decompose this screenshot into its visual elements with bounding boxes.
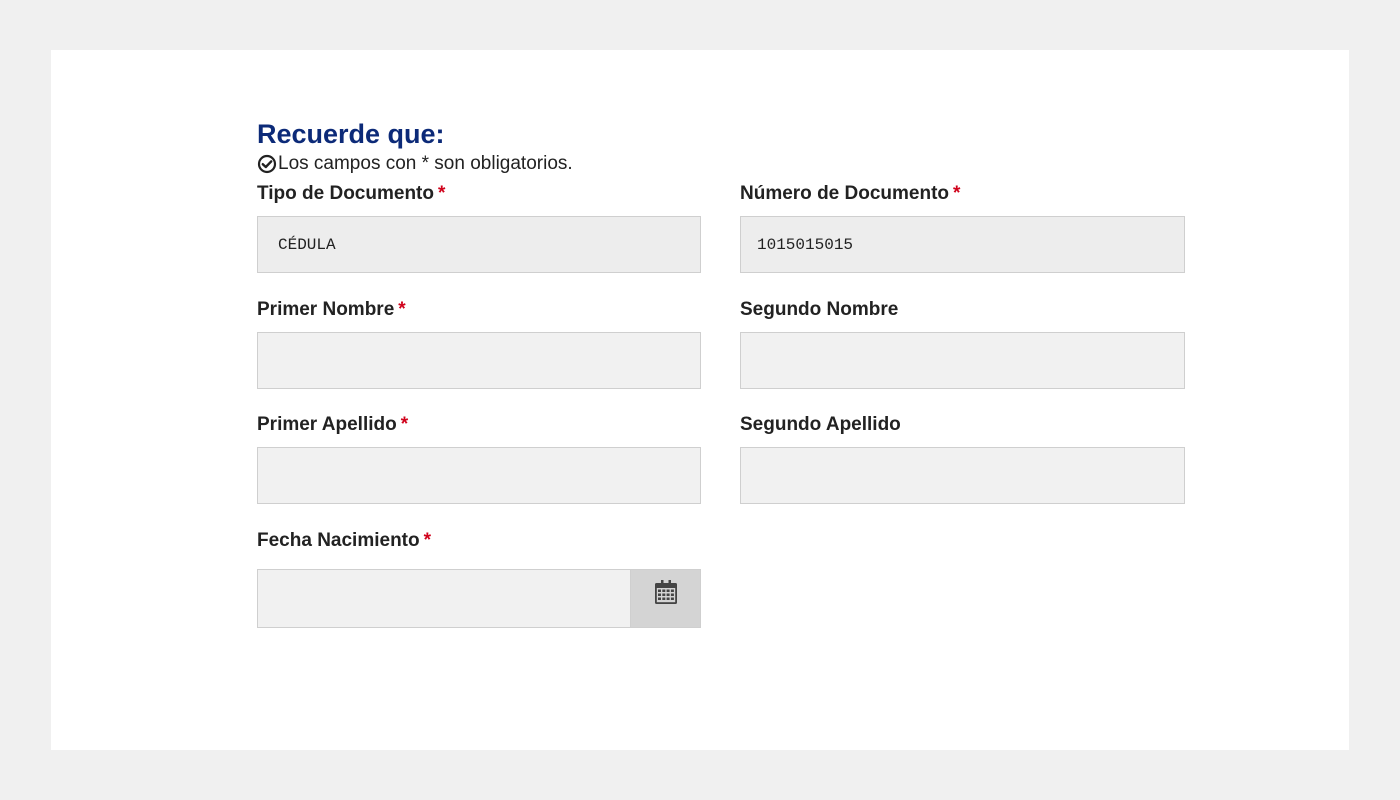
registration-form: Recuerde que: Los campos con * son oblig… (257, 118, 1187, 628)
required-notice: Los campos con * son obligatorios. (257, 152, 1187, 176)
label-tipo-documento: Tipo de Documento * (257, 183, 446, 204)
required-marker: * (400, 414, 409, 435)
required-marker: * (437, 183, 446, 204)
field-fecha-nacimiento: Fecha Nacimiento * (257, 529, 701, 628)
field-primer-nombre: Primer Nombre * (257, 298, 701, 389)
numero-documento-input[interactable]: 1015015015 (740, 216, 1185, 273)
required-marker: * (953, 183, 961, 204)
tipo-documento-input[interactable]: CÉDULA (257, 216, 701, 273)
primer-nombre-input[interactable] (257, 332, 701, 389)
field-tipo-documento: Tipo de Documento * CÉDULA (257, 182, 701, 273)
label-fecha-nacimiento: Fecha Nacimiento * (257, 530, 432, 551)
primer-apellido-input[interactable] (257, 447, 701, 504)
calendar-icon (654, 580, 677, 609)
label-numero-documento: Número de Documento * (740, 183, 961, 204)
fecha-nacimiento-group (257, 569, 701, 628)
segundo-apellido-input[interactable] (740, 447, 1185, 504)
form-card: Recuerde que: Los campos con * son oblig… (51, 50, 1349, 750)
field-segundo-apellido: Segundo Apellido (740, 413, 1185, 504)
notice-title: Recuerde que: (257, 119, 445, 149)
field-primer-apellido: Primer Apellido * (257, 413, 701, 504)
label-primer-nombre: Primer Nombre * (257, 299, 406, 320)
label-segundo-apellido: Segundo Apellido (740, 414, 901, 435)
required-marker: * (423, 530, 432, 551)
segundo-nombre-input[interactable] (740, 332, 1185, 389)
required-marker: * (398, 299, 406, 320)
check-circle-icon (257, 154, 277, 174)
notice-text: Los campos con * son obligatorios. (278, 153, 573, 174)
field-numero-documento: Número de Documento * 1015015015 (740, 182, 1185, 273)
label-primer-apellido: Primer Apellido * (257, 414, 409, 435)
label-segundo-nombre: Segundo Nombre (740, 299, 899, 320)
calendar-button[interactable] (630, 570, 700, 627)
field-segundo-nombre: Segundo Nombre (740, 298, 1185, 389)
fecha-nacimiento-input[interactable] (258, 570, 630, 627)
